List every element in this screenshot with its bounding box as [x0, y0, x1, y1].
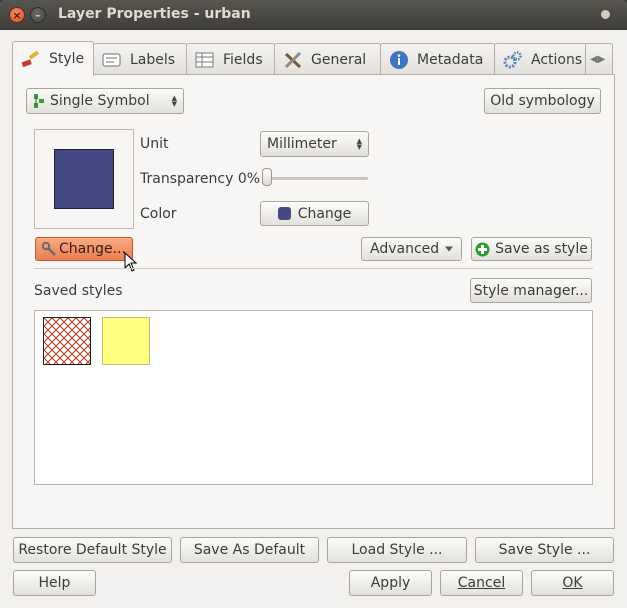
tab-actions[interactable]: Actions — [494, 43, 592, 75]
symbol-preview-fill — [54, 149, 114, 209]
window-title: Layer Properties - urban — [58, 6, 251, 22]
single-symbol-icon — [33, 93, 45, 109]
saved-styles-list[interactable] — [34, 310, 593, 485]
window-menu-icon[interactable] — [601, 10, 610, 19]
tab-label: Actions — [531, 51, 583, 68]
scroll-left-icon[interactable]: ◀ — [590, 54, 598, 65]
save-as-style-button[interactable]: Save as style — [471, 237, 592, 261]
unit-select[interactable]: Millimeter ▲ ▼ — [260, 131, 369, 157]
color-label: Color — [140, 206, 177, 222]
color-change-button[interactable]: Change — [260, 201, 369, 226]
tab-fields[interactable]: Fields — [186, 43, 275, 75]
renderer-select[interactable]: Single Symbol ▲ ▼ — [26, 88, 184, 114]
transparency-slider-handle[interactable] — [262, 168, 272, 186]
saved-styles-label: Saved styles — [34, 283, 123, 299]
tab-style[interactable]: Style — [12, 41, 94, 76]
table-icon — [195, 51, 215, 69]
tab-label: Metadata — [417, 51, 484, 68]
minimize-icon[interactable]: – — [30, 7, 46, 23]
symbol-preview — [34, 129, 134, 229]
tab-labels[interactable]: Labels — [93, 43, 187, 75]
help-button[interactable]: Help — [13, 570, 96, 596]
labels-icon — [102, 51, 122, 69]
apply-button[interactable]: Apply — [349, 570, 432, 596]
advanced-label: Advanced — [370, 241, 440, 257]
save-as-default-button[interactable]: Save As Default — [180, 537, 319, 563]
unit-label: Unit — [140, 136, 169, 152]
close-icon[interactable]: × — [9, 7, 25, 23]
tab-label: Labels — [130, 51, 176, 68]
tab-scroll-arrows[interactable]: ◀ ▶ — [585, 43, 613, 75]
advanced-dropdown[interactable]: Advanced — [361, 237, 462, 261]
load-style-button[interactable]: Load Style ... — [327, 537, 467, 563]
yellow-swatch[interactable] — [102, 317, 150, 365]
brush-icon — [21, 50, 41, 68]
tab-metadata[interactable]: Metadata — [380, 43, 495, 75]
tab-label: General — [311, 51, 367, 68]
ok-button[interactable]: OK — [531, 570, 614, 596]
unit-select-value: Millimeter — [267, 136, 337, 152]
transparency-slider[interactable] — [262, 177, 368, 180]
tab-general[interactable]: General — [274, 43, 381, 75]
layer-properties-window: × – Layer Properties - urban Style Label… — [0, 0, 627, 608]
spin-arrows-icon: ▲ ▼ — [356, 137, 362, 151]
save-style-button[interactable]: Save Style ... — [475, 537, 614, 563]
transparency-label: Transparency 0% — [140, 171, 261, 187]
gears-icon — [503, 50, 523, 69]
renderer-select-value: Single Symbol — [50, 93, 150, 109]
red-hatched-swatch[interactable] — [43, 317, 91, 365]
tab-label: Style — [49, 51, 85, 67]
dropdown-arrow-icon — [445, 246, 453, 252]
scroll-right-icon[interactable]: ▶ — [598, 54, 606, 65]
color-chip-icon — [277, 207, 291, 220]
change-symbol-button[interactable]: Change... — [35, 237, 133, 261]
cancel-button[interactable]: Cancel — [440, 570, 523, 596]
restore-default-style-button[interactable]: Restore Default Style — [13, 537, 172, 563]
tab-bar: Style Labels Fields General Metadata Act… — [12, 41, 615, 76]
color-change-label: Change — [297, 205, 352, 222]
tab-label: Fields — [223, 51, 263, 68]
mouse-cursor-icon — [124, 251, 138, 276]
info-icon — [389, 50, 409, 69]
style-manager-button[interactable]: Style manager... — [470, 278, 592, 303]
add-icon — [475, 242, 490, 257]
change-symbol-label: Change... — [59, 241, 126, 257]
tools-icon — [283, 51, 303, 69]
separator — [34, 268, 593, 269]
save-as-style-label: Save as style — [495, 241, 588, 257]
title-bar: × – Layer Properties - urban — [0, 0, 627, 30]
wrench-icon — [42, 242, 56, 256]
spin-arrows-icon: ▲ ▼ — [171, 94, 177, 108]
old-symbology-button[interactable]: Old symbology — [484, 88, 601, 114]
